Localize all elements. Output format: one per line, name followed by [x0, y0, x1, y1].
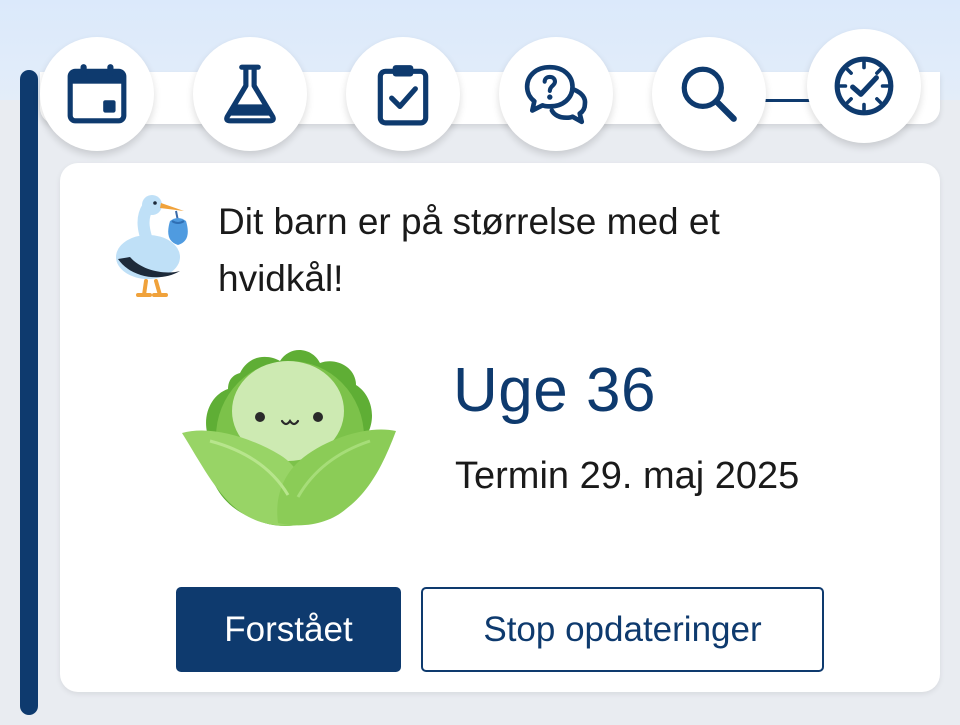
nav-bar [40, 72, 940, 124]
nav-timeline-button[interactable] [807, 29, 921, 143]
nav-calendar-button[interactable] [40, 37, 154, 151]
nav-tasks-button[interactable] [346, 37, 460, 151]
timeline-rail [20, 70, 38, 715]
nav-lab-button[interactable] [193, 37, 307, 151]
weekly-update-card: Dit barn er på størrelse med et hvidkål!… [60, 163, 940, 692]
nav-search-button[interactable] [652, 37, 766, 151]
question-chat-icon [524, 64, 588, 125]
clock-check-icon [834, 56, 894, 116]
stop-updates-button[interactable]: Stop opdateringer [421, 587, 824, 672]
due-date: Termin 29. maj 2025 [455, 455, 800, 497]
pregnancy-week: Uge 36 [453, 356, 656, 425]
flask-icon [224, 64, 276, 124]
search-icon [681, 66, 737, 122]
cabbage-illustration [182, 349, 396, 526]
size-message: Dit barn er på størrelse med et hvidkål! [218, 201, 720, 299]
clipboard-check-icon [377, 65, 429, 126]
calendar-icon [67, 64, 127, 124]
nav-questions-button[interactable] [499, 37, 613, 151]
understood-button[interactable]: Forstået [176, 587, 401, 672]
stork-icon [116, 195, 188, 297]
